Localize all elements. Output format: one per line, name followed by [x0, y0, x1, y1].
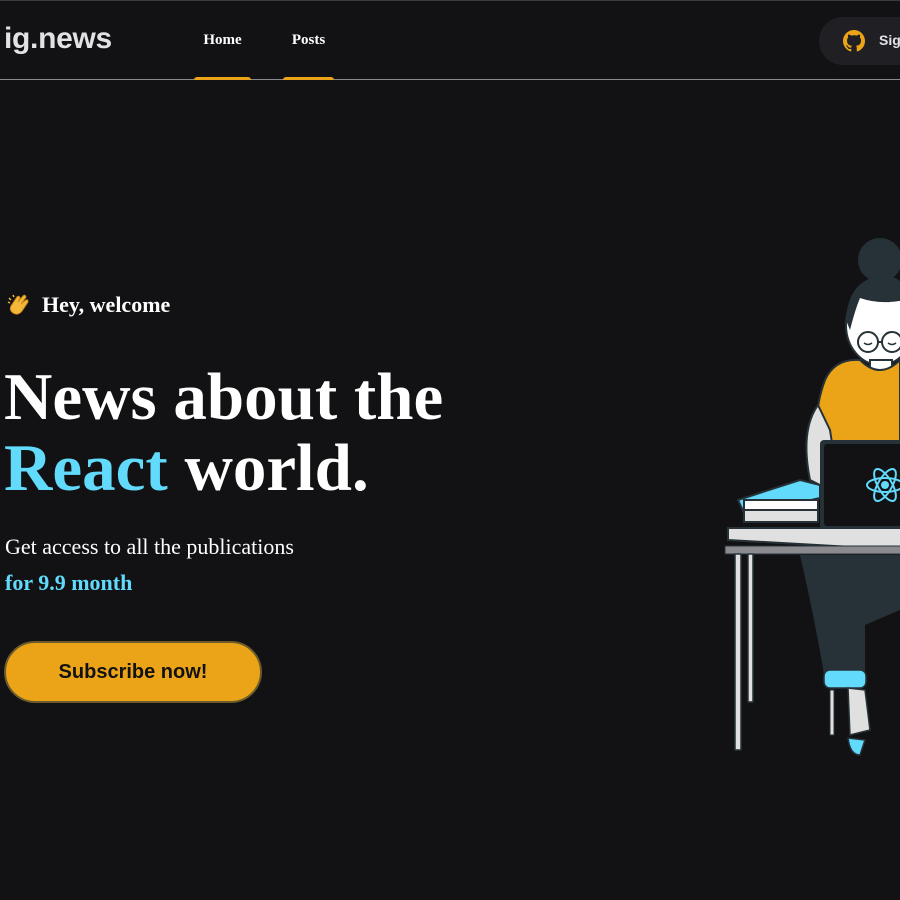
woman-coding-illustration — [724, 238, 900, 756]
welcome-line: Hey, welcome — [6, 292, 170, 318]
nav-link-home[interactable]: Home — [194, 0, 251, 80]
sign-in-label: Sig — [879, 32, 900, 48]
subscribe-button[interactable]: Subscribe now! — [4, 641, 262, 703]
sign-in-github-button[interactable]: Sig — [819, 17, 900, 65]
nav-link-posts[interactable]: Posts — [283, 0, 334, 80]
hero-headline: News about the React world. — [4, 362, 443, 504]
nav-home-label: Home — [203, 32, 242, 48]
site-header: ig.news Home Posts Sig — [0, 0, 900, 80]
nav-home-active-indicator — [194, 77, 251, 80]
site-logo[interactable]: ig.news — [4, 22, 112, 56]
github-icon — [843, 30, 865, 52]
nav-posts-active-indicator — [283, 77, 334, 80]
nav-posts-label: Posts — [291, 32, 326, 48]
hero-price: for 9.9 month — [5, 570, 133, 595]
headline-accent-word: React — [4, 431, 168, 505]
welcome-text: Hey, welcome — [42, 292, 171, 317]
hero-subtitle: Get access to all the publications — [5, 534, 294, 559]
headline-line1: News about the — [4, 360, 444, 434]
headline-line2-rest: world. — [184, 431, 369, 505]
clapping-hands-icon — [7, 294, 29, 315]
